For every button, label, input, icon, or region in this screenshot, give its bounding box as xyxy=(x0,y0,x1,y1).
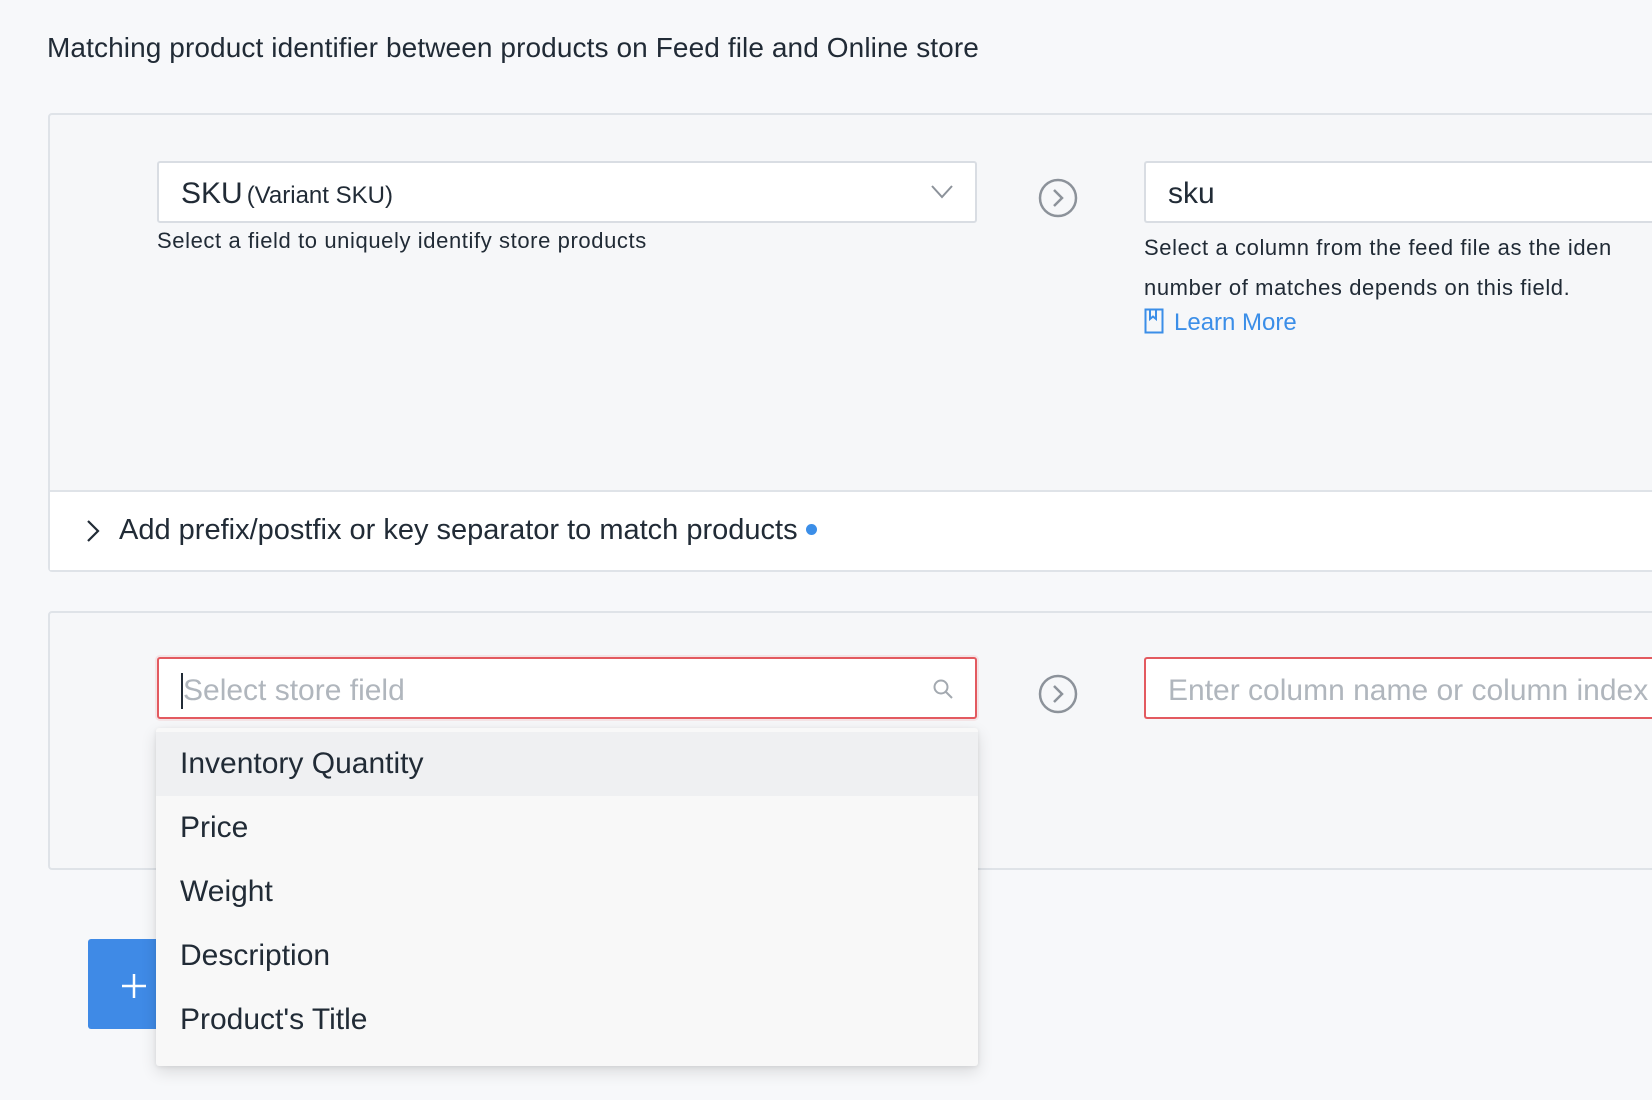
section-heading: Matching product identifier between prod… xyxy=(47,32,979,63)
learn-more-label: Learn More xyxy=(1174,309,1297,336)
plus-icon xyxy=(122,974,146,998)
arrow-right-circle-icon xyxy=(1038,178,1078,218)
feed-column-help-text: Select a column from the feed file as th… xyxy=(1144,228,1652,308)
advanced-options-toggle[interactable]: Add prefix/postfix or key separator to m… xyxy=(50,490,1652,570)
chevron-down-icon xyxy=(931,185,953,199)
store-field-selected-value: SKU (Variant SKU) xyxy=(181,177,393,211)
store-field-select[interactable]: SKU (Variant SKU) xyxy=(157,161,977,223)
feed-column-input[interactable]: sku xyxy=(1144,161,1652,223)
search-icon xyxy=(933,679,953,699)
dropdown-option-inventory-quantity[interactable]: Inventory Quantity xyxy=(156,732,978,796)
unread-dot xyxy=(805,524,817,535)
dropdown-option-product-title[interactable]: Product's Title xyxy=(156,988,978,1052)
feed-column-help-line-1: Select a column from the feed file as th… xyxy=(1144,235,1612,260)
mapping-card-1: SKU (Variant SKU) Select a field to uniqu… xyxy=(48,113,1652,572)
dropdown-option-description[interactable]: Description xyxy=(156,924,978,988)
feed-column-placeholder: Enter column name or column index xyxy=(1168,674,1649,707)
advanced-options-text: Add prefix/postfix or key separator to m… xyxy=(119,514,798,546)
store-field-dropdown: Inventory Quantity Price Weight Descript… xyxy=(156,728,978,1066)
store-field-selected-sublabel: (Variant SKU) xyxy=(246,182,393,209)
store-field-selected-label: SKU xyxy=(181,177,243,210)
learn-more-link[interactable]: Learn More xyxy=(1144,308,1297,337)
feed-column-value: sku xyxy=(1168,177,1215,210)
dropdown-option-weight[interactable]: Weight xyxy=(156,860,978,924)
dropdown-option-price[interactable]: Price xyxy=(156,796,978,860)
feed-column-input-empty[interactable]: Enter column name or column index xyxy=(1144,657,1652,719)
arrow-right-circle-icon xyxy=(1038,674,1078,714)
store-field-placeholder: Select store field xyxy=(183,674,405,707)
book-icon xyxy=(1144,308,1164,334)
store-field-search-select[interactable]: Select store field xyxy=(157,657,977,719)
feed-column-help-line-2: number of matches depends on this field. xyxy=(1144,275,1571,300)
store-field-help-text: Select a field to uniquely identify stor… xyxy=(157,228,647,253)
advanced-options-label: Add prefix/postfix or key separator to m… xyxy=(119,514,817,547)
chevron-right-icon xyxy=(87,520,100,542)
